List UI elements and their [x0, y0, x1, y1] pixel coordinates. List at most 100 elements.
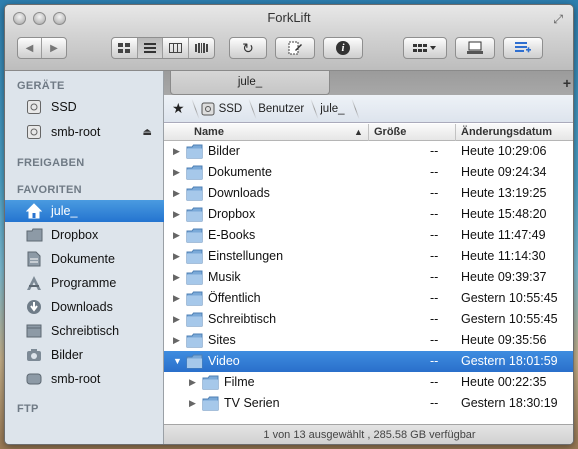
- disclosure-triangle-closed-icon[interactable]: ▶: [173, 146, 180, 157]
- folder-icon: [186, 144, 203, 159]
- table-row[interactable]: ▶ TV Serien -- Gestern 18:30:19: [164, 393, 573, 414]
- queue-icon: [515, 42, 531, 53]
- table-row[interactable]: ▶ Öffentlich -- Gestern 10:55:45: [164, 288, 573, 309]
- file-size: --: [430, 270, 439, 284]
- file-list: ▶ Bilder -- Heute 10:29:06 ▶ Dokumente -- Heute…: [164, 141, 573, 414]
- file-modified-date: Heute 09:35:56: [461, 333, 547, 347]
- disclosure-triangle-open-icon[interactable]: ▼: [173, 356, 182, 366]
- sidebar-item-label: Programme: [51, 276, 117, 290]
- disclosure-triangle-closed-icon[interactable]: ▶: [173, 293, 180, 304]
- disclosure-triangle-closed-icon[interactable]: ▶: [173, 251, 180, 262]
- tab-jule[interactable]: jule_: [170, 71, 330, 95]
- connect-button[interactable]: [455, 37, 495, 59]
- column-header-size[interactable]: Größe: [374, 126, 406, 138]
- sidebar-item-bilder[interactable]: Bilder: [5, 344, 164, 366]
- sidebar-item-smb-root[interactable]: smb-root ⏏: [5, 121, 164, 143]
- table-row[interactable]: ▶ Einstellungen -- Heute 11:14:30: [164, 246, 573, 267]
- file-size: --: [430, 333, 439, 347]
- file-browser-pane: jule_ + ★ SSD Benutzer jule_ Name ▲ Größ…: [164, 71, 573, 444]
- table-row[interactable]: ▶ Downloads -- Heute 13:19:25: [164, 183, 573, 204]
- breadcrumb-item-benutzer[interactable]: Benutzer: [252, 95, 314, 123]
- fullscreen-icon[interactable]: ⤢: [553, 12, 563, 27]
- home-icon: [25, 203, 43, 219]
- breadcrumb-label: Benutzer: [258, 102, 305, 115]
- list-view-button[interactable]: [137, 38, 163, 58]
- star-icon: ★: [172, 100, 185, 116]
- sidebar-item-label: Dokumente: [51, 252, 115, 266]
- disclosure-triangle-closed-icon[interactable]: ▶: [189, 377, 196, 388]
- file-size: --: [430, 291, 439, 305]
- file-name: Schreibtisch: [208, 312, 277, 326]
- breadcrumb: ★ SSD Benutzer jule_: [164, 95, 573, 123]
- folder-icon: [25, 227, 43, 243]
- refresh-button[interactable]: ↻: [229, 37, 267, 59]
- folder-icon: [186, 186, 203, 201]
- disclosure-triangle-closed-icon[interactable]: ▶: [173, 188, 180, 199]
- column-header-date[interactable]: Änderungsdatum: [461, 126, 552, 138]
- breadcrumb-item-jule[interactable]: jule_: [314, 95, 354, 123]
- breadcrumb-item-ssd[interactable]: SSD: [195, 95, 253, 123]
- table-row[interactable]: ▶ Musik -- Heute 09:39:37: [164, 267, 573, 288]
- folder-icon: [186, 270, 203, 285]
- chevron-right-icon: ▶: [50, 42, 58, 54]
- disclosure-triangle-closed-icon[interactable]: ▶: [173, 167, 180, 178]
- file-modified-date: Heute 15:48:20: [461, 207, 547, 221]
- drive-icon: [25, 124, 43, 140]
- file-modified-date: Heute 11:47:49: [461, 228, 546, 242]
- breadcrumb-label: jule_: [320, 102, 345, 115]
- sidebar-item-programme[interactable]: Programme: [5, 272, 164, 294]
- forward-button[interactable]: ▶: [42, 38, 66, 58]
- column-view-button[interactable]: [163, 38, 189, 58]
- sidebar-item-jule[interactable]: jule_: [5, 200, 164, 222]
- column-header-name[interactable]: Name: [194, 126, 224, 138]
- folder-icon: [186, 165, 203, 180]
- sidebar-item-dropbox[interactable]: Dropbox: [5, 224, 164, 246]
- edit-button[interactable]: [275, 37, 315, 59]
- coverflow-view-icon: [194, 43, 208, 53]
- back-forward-buttons: ◀ ▶: [17, 37, 67, 59]
- action-menu-button[interactable]: [403, 37, 447, 59]
- table-row[interactable]: ▶ Dokumente -- Heute 09:24:34: [164, 162, 573, 183]
- sidebar-item-ssd[interactable]: SSD: [5, 96, 164, 118]
- coverflow-view-button[interactable]: [189, 38, 214, 58]
- disclosure-triangle-closed-icon[interactable]: ▶: [173, 230, 180, 241]
- disclosure-triangle-closed-icon[interactable]: ▶: [173, 314, 180, 325]
- folder-icon: [186, 249, 203, 264]
- list-view-icon: [143, 43, 156, 53]
- icon-view-button[interactable]: [112, 38, 138, 58]
- add-tab-button[interactable]: +: [563, 75, 571, 91]
- file-size: --: [430, 186, 439, 200]
- table-row[interactable]: ▶ Dropbox -- Heute 15:48:20: [164, 204, 573, 225]
- table-row[interactable]: ▶ Bilder -- Heute 10:29:06: [164, 141, 573, 162]
- folder-icon: [202, 375, 219, 390]
- folder-icon: [186, 312, 203, 327]
- download-icon: [25, 299, 43, 315]
- refresh-icon: ↻: [242, 39, 254, 56]
- disclosure-triangle-closed-icon[interactable]: ▶: [189, 398, 196, 409]
- back-button[interactable]: ◀: [18, 38, 43, 58]
- sidebar-item-downloads[interactable]: Downloads: [5, 296, 164, 318]
- queue-button[interactable]: [503, 37, 543, 59]
- sort-ascending-icon: ▲: [354, 127, 363, 137]
- table-row[interactable]: ▶ Sites -- Heute 09:35:56: [164, 330, 573, 351]
- sidebar-item-label: Bilder: [51, 348, 83, 362]
- sidebar-item-label: smb-root: [51, 372, 101, 386]
- table-row[interactable]: ▶ Schreibtisch -- Gestern 10:55:45: [164, 309, 573, 330]
- table-row[interactable]: ▼ Video -- Gestern 18:01:59: [164, 351, 573, 372]
- info-button[interactable]: i: [323, 37, 363, 59]
- table-row[interactable]: ▶ Filme -- Heute 00:22:35: [164, 372, 573, 393]
- sidebar-item-dokumente[interactable]: Dokumente: [5, 248, 164, 270]
- sidebar-heading-ftp: FTP: [17, 403, 39, 415]
- eject-icon[interactable]: ⏏: [143, 127, 152, 138]
- disclosure-triangle-closed-icon[interactable]: ▶: [173, 335, 180, 346]
- file-size: --: [430, 144, 439, 158]
- info-icon: i: [336, 41, 350, 55]
- icon-view-icon: [118, 43, 131, 53]
- sidebar-item-smb-root-favorite[interactable]: smb-root: [5, 368, 164, 390]
- file-modified-date: Heute 10:29:06: [461, 144, 547, 158]
- disclosure-triangle-closed-icon[interactable]: ▶: [173, 272, 180, 283]
- table-row[interactable]: ▶ E-Books -- Heute 11:47:49: [164, 225, 573, 246]
- disclosure-triangle-closed-icon[interactable]: ▶: [173, 209, 180, 220]
- favorites-star-button[interactable]: ★: [164, 95, 195, 123]
- sidebar-item-schreibtisch[interactable]: Schreibtisch: [5, 320, 164, 342]
